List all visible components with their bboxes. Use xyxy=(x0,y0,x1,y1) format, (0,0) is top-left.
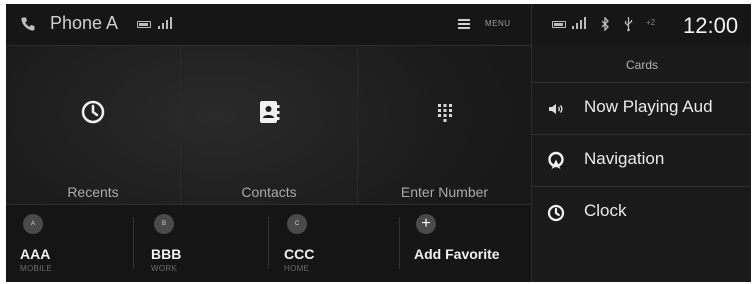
clock-icon xyxy=(547,204,565,222)
contacts-label: Contacts xyxy=(241,184,297,200)
menu-label: MENU xyxy=(485,19,511,28)
phone-icon xyxy=(21,17,35,31)
add-favorite-label: Add Favorite xyxy=(414,246,500,262)
status-bar: +2 12:00 xyxy=(532,4,751,46)
usb-icon xyxy=(624,17,633,32)
recents-tile[interactable]: Recents xyxy=(6,47,181,204)
contacts-tile[interactable]: Contacts xyxy=(181,47,358,204)
cards-title: Cards xyxy=(625,58,658,72)
speaker-icon xyxy=(549,104,563,114)
favorites-row: A AAA MOBILE B BBB WORK C CCC HOME + Add… xyxy=(6,204,531,282)
favorite-initial-badge: B xyxy=(154,214,174,234)
time-display: 12:00 xyxy=(683,13,739,38)
favorite-item[interactable]: A AAA MOBILE xyxy=(6,205,132,282)
phone-main-area: Phone A MENU Recents Contacts Enter Numb… xyxy=(6,4,531,282)
card-label: Navigation xyxy=(584,149,665,168)
menu-icon xyxy=(458,19,470,29)
favorite-item[interactable]: C CCC HOME xyxy=(269,205,399,282)
connected-phone-name: Phone A xyxy=(50,13,119,33)
clock-icon xyxy=(81,100,105,124)
card-label: Now Playing Aud xyxy=(584,97,713,116)
favorite-name: AAA xyxy=(20,246,51,262)
card-label: Clock xyxy=(584,201,627,220)
favorite-name: BBB xyxy=(151,246,182,262)
signal-strength-icon xyxy=(572,17,586,29)
enter-number-label: Enter Number xyxy=(400,184,489,200)
navigation-pin-icon xyxy=(548,151,564,169)
card-now-playing[interactable]: Now Playing Aud xyxy=(532,82,751,134)
phone-top-bar: Phone A MENU xyxy=(6,4,531,46)
add-favorite-button[interactable]: + Add Favorite xyxy=(400,205,531,282)
card-navigation[interactable]: Navigation xyxy=(532,134,751,186)
favorite-initial-badge: A xyxy=(23,214,43,234)
enter-number-tile[interactable]: Enter Number xyxy=(358,47,531,204)
favorite-number-type: HOME xyxy=(284,264,310,273)
battery-icon xyxy=(552,21,566,28)
favorite-number-type: WORK xyxy=(151,264,178,273)
battery-icon xyxy=(137,21,151,28)
menu-button[interactable]: MENU xyxy=(452,10,526,40)
cards-side-panel: +2 12:00 Cards Now Playing Aud Navigatio… xyxy=(531,4,751,282)
more-status-count: +2 xyxy=(646,18,656,27)
favorite-item[interactable]: B BBB WORK xyxy=(134,205,267,282)
contacts-book-icon xyxy=(260,101,280,123)
signal-strength-icon xyxy=(158,17,172,29)
bluetooth-icon xyxy=(601,17,609,31)
favorite-initial-badge: C xyxy=(287,214,307,234)
favorite-number-type: MOBILE xyxy=(20,264,53,273)
infotainment-screen: Phone A MENU Recents Contacts Enter Numb… xyxy=(0,0,753,284)
card-clock[interactable]: Clock xyxy=(532,186,751,238)
favorite-name: CCC xyxy=(284,246,315,262)
keypad-icon xyxy=(437,104,452,122)
recents-label: Recents xyxy=(67,184,119,200)
add-icon: + xyxy=(416,214,436,234)
